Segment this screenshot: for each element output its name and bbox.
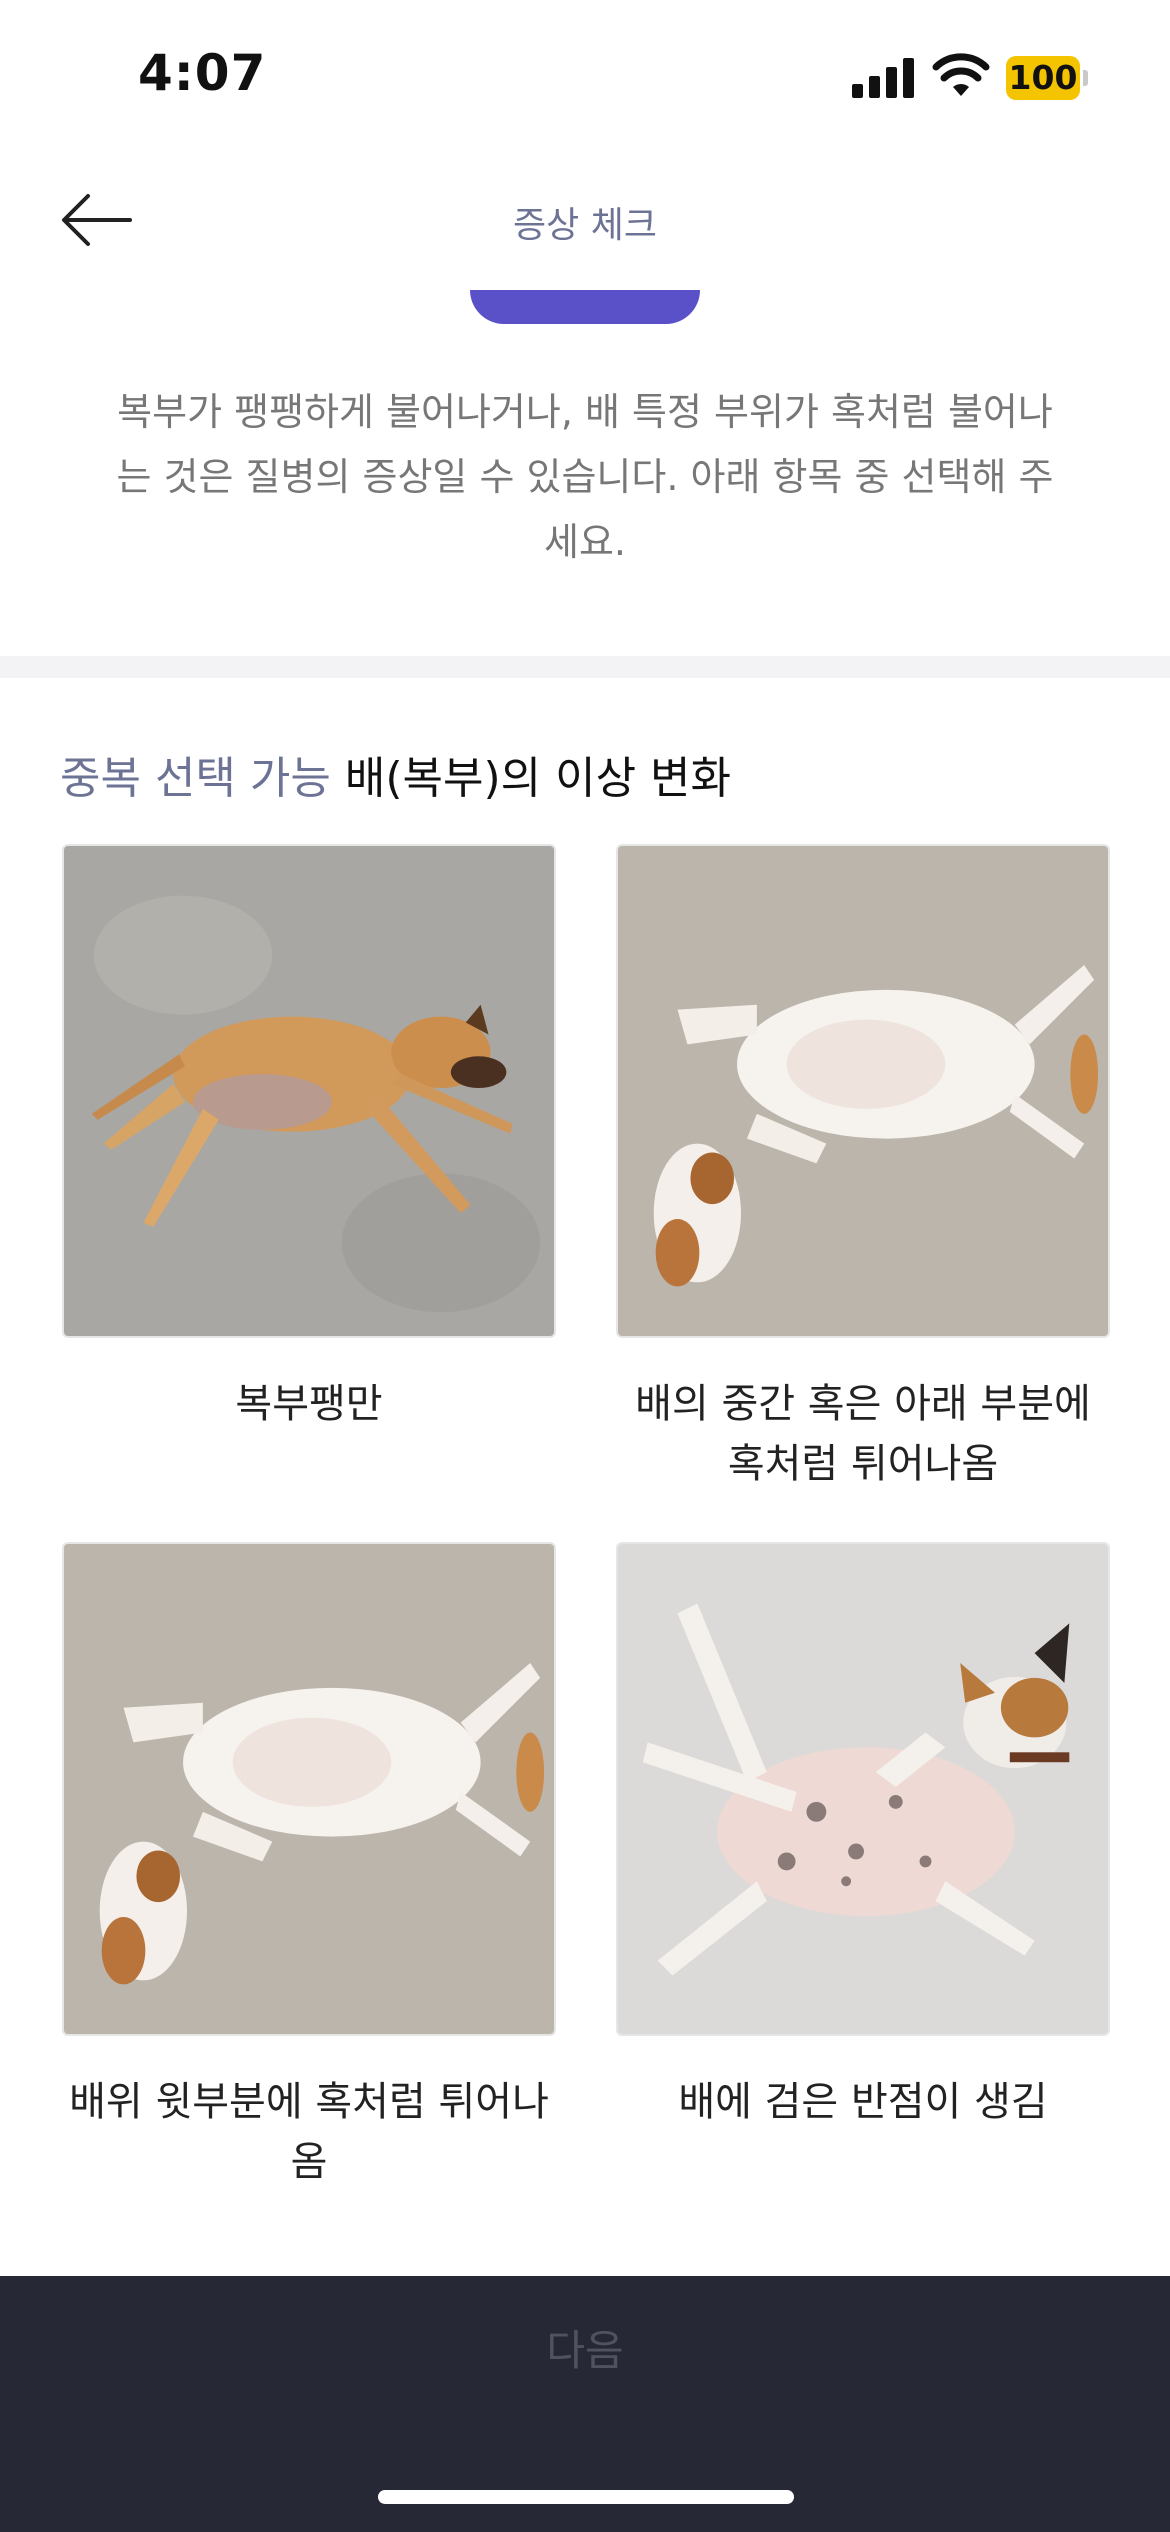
status-bar: 4:07 100 — [0, 0, 1170, 150]
dog-belly-up-photo — [616, 844, 1110, 1338]
option-label: 복부팽만 — [235, 1381, 383, 1427]
intro-description: 복부가 팽팽하게 불어나거나, 배 특정 부위가 혹처럼 불어나는 것은 질병의… — [116, 390, 1054, 564]
section-heading: 배(복부)의 이상 변화 — [344, 753, 732, 804]
battery-icon: 100 — [1006, 56, 1088, 100]
option-label: 배에 검은 반점이 생김 — [678, 2079, 1048, 2125]
multi-select-tag: 중복 선택 가능 — [60, 753, 331, 804]
dog-belly-up-photo — [62, 1542, 556, 2036]
wifi-icon — [932, 53, 990, 96]
cellular-signal-icon — [852, 58, 914, 98]
battery-level: 100 — [1008, 58, 1078, 97]
option-label: 배의 중간 혹은 아래 부분에 혹처럼 튀어나옴 — [635, 1381, 1091, 1487]
progress-indicator — [470, 290, 700, 324]
section-title: 중복 선택 가능 배(복부)의 이상 변화 — [60, 742, 731, 806]
dog-spotted-belly-photo — [616, 1542, 1110, 2036]
option-label: 배위 윗부분에 혹처럼 튀어나옴 — [69, 2079, 549, 2185]
dog-lying-side-photo — [62, 844, 556, 1338]
next-button[interactable]: 다음 — [0, 2276, 1170, 2426]
nav-bar: 증상 체크 — [0, 170, 1170, 270]
home-indicator — [378, 2490, 794, 2504]
status-time: 4:07 — [138, 44, 267, 102]
section-divider — [0, 656, 1170, 678]
page-title: 증상 체크 — [513, 205, 657, 246]
